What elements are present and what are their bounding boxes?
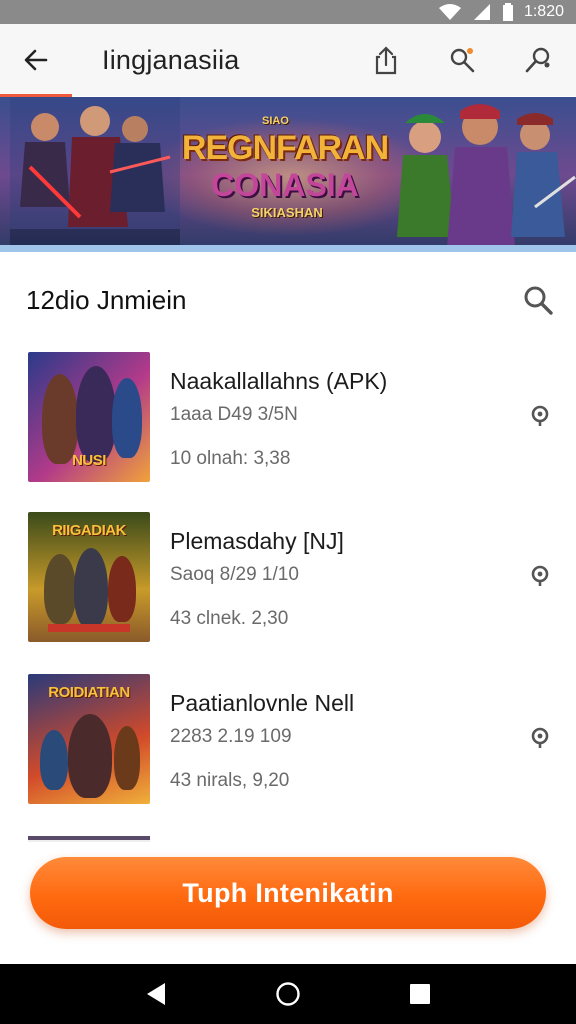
- app-name: Plemasdahy [NJ]: [170, 528, 344, 554]
- banner-tagline: SIKIASHAN: [251, 205, 323, 220]
- search-icon: [450, 48, 475, 73]
- app-meta: Saoq 8/29 1/10: [170, 564, 299, 585]
- search-button[interactable]: [424, 24, 500, 96]
- banner-badge: SIAO: [262, 115, 289, 127]
- nav-home-button[interactable]: [260, 966, 316, 1022]
- app-row[interactable]: NUSI Naakallallahns (APK) 1aaa D49 3/5N …: [0, 348, 576, 488]
- share-button[interactable]: [348, 24, 424, 96]
- banner-bottom-bar: [0, 245, 576, 252]
- page-title: Iingjanasiia: [102, 44, 240, 75]
- app-row[interactable]: RIIGADIAK Plemasdahy [NJ] Saoq 8/29 1/10…: [0, 508, 576, 648]
- app-meta: 1aaa D49 3/5N: [170, 404, 298, 425]
- app-meta: 2283 2.19 109: [170, 726, 292, 747]
- battery-icon: [502, 3, 513, 21]
- app-bar: Iingjanasiia: [0, 24, 576, 96]
- app-row[interactable]: ROIDIATIAN Paatianlovnle Nell 2283 2.19 …: [0, 670, 576, 810]
- nav-recents-button[interactable]: [392, 966, 448, 1022]
- location-pin-icon: [531, 727, 549, 748]
- search-icon: [524, 286, 553, 315]
- banner-subtitle: CONASIA: [211, 167, 359, 203]
- pin-button[interactable]: [500, 24, 576, 96]
- banner-title: REGNFARAN: [181, 129, 389, 167]
- app-name: Paatianlovnle Nell: [170, 690, 355, 716]
- thumbnail-label: RIIGADIAK: [52, 522, 126, 539]
- wifi-icon: [438, 4, 461, 20]
- row-action-button[interactable]: [520, 556, 560, 596]
- location-pin-icon: [531, 405, 549, 426]
- app-stats: 43 clnek. 2,30: [170, 608, 289, 629]
- row-action-button[interactable]: [520, 396, 560, 436]
- section-header: 12dio Jnmiein: [0, 252, 576, 348]
- thumbnail-label: ROIDIATIAN: [48, 684, 130, 701]
- pin-icon: [525, 47, 550, 73]
- section-search-button[interactable]: [500, 262, 576, 338]
- signal-icon: [473, 4, 490, 20]
- app-thumbnail: ROIDIATIAN: [28, 674, 150, 804]
- status-bar: 1:820: [0, 0, 576, 24]
- thumbnail-label: NUSI: [72, 452, 106, 469]
- back-button[interactable]: [0, 24, 72, 96]
- section-title: 12dio Jnmiein: [26, 284, 187, 315]
- nav-back-button[interactable]: [128, 966, 184, 1022]
- share-icon: [375, 46, 397, 75]
- triangle-back-icon: [147, 983, 165, 1005]
- banner-heroes-left: [10, 97, 180, 247]
- circle-home-icon: [276, 982, 300, 1006]
- app-thumbnail: NUSI: [28, 352, 150, 482]
- app-thumbnail: RIIGADIAK: [28, 512, 150, 642]
- primary-cta-button[interactable]: Tuph Intenikatin: [30, 857, 546, 929]
- banner-heroes-right: [397, 104, 576, 247]
- square-recents-icon: [410, 984, 430, 1004]
- arrow-left-icon: [24, 49, 48, 71]
- location-pin-icon: [531, 565, 549, 586]
- app-stats: 10 olnah: 3,38: [170, 448, 291, 469]
- app-stats: 43 nirals, 9,20: [170, 770, 290, 791]
- system-nav-bar: [0, 964, 576, 1024]
- row-action-button[interactable]: [520, 718, 560, 758]
- promo-banner[interactable]: REGNFARAN CONASIA SIKIASHAN SIAO: [0, 97, 576, 252]
- status-time: 1:820: [523, 3, 564, 20]
- app-name: Naakallallahns (APK): [170, 368, 388, 394]
